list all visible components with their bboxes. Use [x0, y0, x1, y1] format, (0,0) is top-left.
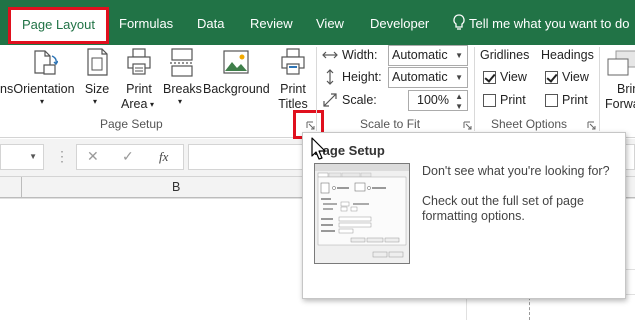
- ribbon-page-layout: ns Orientation ▾ Size ▾ Print Area ▾ Bre…: [0, 45, 635, 139]
- headings-print-checkbox[interactable]: [545, 94, 558, 107]
- height-icon: [326, 69, 334, 85]
- tab-formulas[interactable]: Formulas: [119, 12, 173, 36]
- headings-view-label: View: [562, 70, 589, 84]
- print-area-button[interactable]: Print Area ▾: [119, 45, 159, 115]
- highlight-page-layout-tab: [8, 7, 109, 44]
- group-divider: [599, 47, 600, 131]
- tooltip-message-description: Check out the full set of page formattin…: [422, 194, 584, 223]
- ribbon-tab-bar: Page Layout Formulas Data Review View De…: [0, 0, 635, 45]
- gridlines-view-checkbox[interactable]: [483, 71, 496, 84]
- dialog-launcher-icon[interactable]: [587, 121, 596, 130]
- formula-buttons: ✕ ✓ fx: [76, 144, 184, 170]
- gridlines-print-label: Print: [500, 93, 526, 107]
- mouse-cursor-icon: [311, 137, 326, 160]
- size-button[interactable]: Size ▾: [82, 45, 112, 115]
- spin-down-icon[interactable]: ▼: [455, 97, 463, 116]
- background-button[interactable]: Background: [203, 45, 270, 115]
- group-divider: [316, 47, 317, 131]
- group-divider: [474, 47, 475, 131]
- dialog-preview-image: [315, 164, 409, 258]
- print-area-label-line2: Area: [121, 97, 148, 111]
- page-setup-group-label: Page Setup: [100, 117, 163, 131]
- scale-label: Scale:: [342, 93, 377, 107]
- print-titles-icon: [281, 48, 305, 75]
- chevron-down-icon: ▾: [178, 97, 183, 106]
- tab-view[interactable]: View: [316, 12, 344, 36]
- enter-icon[interactable]: ✓: [122, 148, 134, 165]
- width-label: Width:: [342, 48, 378, 62]
- chevron-down-icon: ▾: [150, 100, 155, 109]
- orientation-button[interactable]: Orientation ▾: [12, 45, 76, 115]
- chevron-down-icon: ▼: [455, 73, 463, 82]
- size-label: Size: [84, 82, 110, 96]
- page-setup-dialog-thumbnail: [314, 163, 410, 264]
- cancel-icon[interactable]: ✕: [87, 148, 99, 165]
- chevron-down-icon: ▾: [40, 97, 45, 106]
- tell-me-search[interactable]: Tell me what you want to do: [469, 12, 629, 36]
- breaks-button[interactable]: Breaks ▾: [163, 45, 202, 115]
- sheet-options-group-label: Sheet Options: [491, 117, 568, 131]
- scale-value: 100%: [417, 93, 449, 107]
- print-titles-label-line2: Titles: [278, 97, 308, 111]
- column-header-b[interactable]: B: [172, 180, 180, 194]
- dialog-launcher-icon[interactable]: [463, 121, 472, 130]
- background-icon: [223, 50, 249, 74]
- scale-icon: [323, 93, 337, 107]
- lightbulb-icon: [453, 14, 465, 30]
- width-icon: [322, 51, 338, 59]
- bring-forward-icon[interactable]: [604, 47, 635, 77]
- chevron-down-icon: ▾: [93, 97, 98, 106]
- drag-handle-icon[interactable]: ⋮: [55, 148, 69, 165]
- breaks-label: Breaks: [163, 82, 202, 96]
- chevron-down-icon: ▼: [455, 51, 463, 60]
- gridlines-print-checkbox[interactable]: [483, 94, 496, 107]
- scale-to-fit-group-label: Scale to Fit: [360, 117, 421, 131]
- tab-data[interactable]: Data: [197, 12, 224, 36]
- tooltip-message-question: Don't see what you're looking for?: [422, 164, 610, 178]
- bring-forward-label-line2[interactable]: Forwa: [605, 97, 635, 111]
- width-value: Automatic: [392, 48, 448, 62]
- name-box[interactable]: ▼: [0, 144, 44, 170]
- bring-forward-label-line1[interactable]: Brin: [617, 82, 635, 96]
- tab-review[interactable]: Review: [250, 12, 293, 36]
- orientation-label: Orientation: [13, 82, 75, 96]
- headings-header: Headings: [541, 48, 594, 62]
- gridlines-header: Gridlines: [480, 48, 530, 62]
- insert-function-icon[interactable]: fx: [159, 149, 168, 165]
- tab-developer[interactable]: Developer: [370, 12, 429, 36]
- headings-view-checkbox[interactable]: [545, 71, 558, 84]
- background-label: Background: [203, 82, 270, 96]
- height-select[interactable]: Automatic ▼: [388, 67, 468, 88]
- orientation-icon: [34, 50, 58, 75]
- gridlines-view-label: View: [500, 70, 527, 84]
- width-select[interactable]: Automatic ▼: [388, 45, 468, 66]
- print-titles-button[interactable]: Print Titles: [276, 45, 310, 115]
- headings-print-label: Print: [562, 93, 588, 107]
- breaks-icon: [170, 48, 194, 77]
- height-value: Automatic: [392, 70, 448, 84]
- print-area-label-line1: Print: [126, 82, 152, 96]
- select-all-corner[interactable]: [0, 177, 22, 198]
- size-icon: [87, 48, 108, 76]
- page-setup-tooltip: Page Setup Don't see what you're looking…: [302, 132, 626, 299]
- print-titles-label-line1: Print: [280, 82, 306, 96]
- height-label: Height:: [342, 70, 382, 84]
- chevron-down-icon[interactable]: ▼: [29, 152, 37, 161]
- print-area-icon: [127, 48, 151, 75]
- scale-spinner[interactable]: 100% ▲ ▼: [408, 90, 468, 111]
